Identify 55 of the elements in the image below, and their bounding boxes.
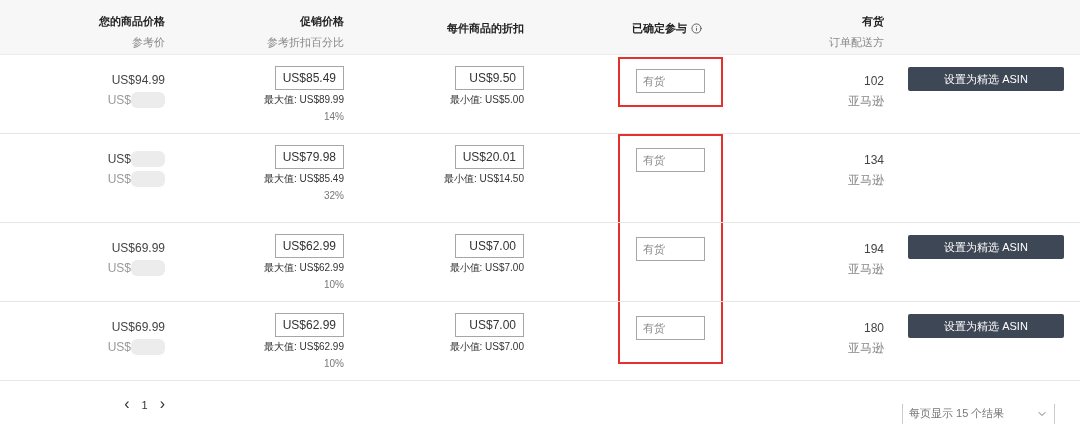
featured-asin-button[interactable]: 设置为精选 ASIN — [908, 235, 1064, 259]
committed-field[interactable]: 有货 — [636, 316, 705, 340]
promo-price-field[interactable]: US$62.99 — [275, 234, 344, 258]
column-subheader: 订单配送方 — [829, 34, 884, 50]
max-value-text: 最大值: US$85.49 — [263, 172, 344, 186]
column-subheader: 参考价 — [132, 34, 165, 50]
committed-field[interactable]: 有货 — [636, 148, 705, 172]
price-text: US$69.99 — [111, 319, 165, 336]
min-value-text: 最小值: US$7.00 — [449, 340, 524, 354]
column-subheader: 参考折扣百分比 — [267, 34, 344, 50]
price-text: US$ — [107, 171, 131, 188]
fulfillment-text: 亚马逊 — [848, 172, 884, 189]
discount-percent: 10% — [324, 278, 344, 292]
committed-field[interactable]: 有货 — [636, 237, 705, 261]
committed-field[interactable]: 有货 — [636, 69, 705, 93]
stock-count: 180 — [863, 320, 884, 337]
min-value-text: 最小值: US$7.00 — [449, 261, 524, 275]
promo-price-field[interactable]: US$79.98 — [275, 145, 344, 169]
previous-page-button[interactable]: ‹ — [124, 391, 130, 416]
fulfillment-text: 亚马逊 — [848, 261, 884, 278]
promo-price-field[interactable]: US$85.49 — [275, 66, 344, 90]
next-page-button[interactable]: › — [159, 391, 165, 416]
price-text: US$69.99 — [111, 240, 165, 257]
column-header: 每件商品的折扣 — [447, 21, 524, 36]
price-text: US$ — [107, 339, 131, 356]
fulfillment-text: 亚马逊 — [848, 340, 884, 357]
featured-asin-button[interactable]: 设置为精选 ASIN — [908, 314, 1064, 338]
stock-count: 194 — [863, 241, 884, 258]
price-text: US$ — [107, 260, 131, 277]
featured-asin-button[interactable]: 设置为精选 ASIN — [908, 67, 1064, 91]
price-text: US$ — [107, 151, 131, 168]
max-value-text: 最大值: US$62.99 — [263, 261, 344, 275]
price-text: US$ — [107, 92, 131, 109]
promo-price-field[interactable]: US$62.99 — [275, 313, 344, 337]
min-value-text: 最小值: US$14.50 — [443, 172, 524, 186]
max-value-text: 最大值: US$62.99 — [263, 340, 344, 354]
page-number: 1 — [141, 397, 148, 413]
discount-percent: 10% — [324, 357, 344, 371]
max-value-text: 最大值: US$89.99 — [263, 93, 344, 107]
discount-field[interactable]: US$20.01 — [455, 145, 524, 169]
column-header: 您的商品价格 — [99, 14, 165, 29]
page-size-dropdown[interactable]: 每页显示 15 个结果 — [902, 403, 1055, 424]
column-header: 已确定参与 — [632, 21, 687, 36]
discount-field[interactable]: US$7.00 — [455, 234, 524, 258]
stock-count: 134 — [863, 152, 884, 169]
stock-count: 102 — [863, 73, 884, 90]
min-value-text: 最小值: US$5.00 — [449, 93, 524, 107]
fulfillment-text: 亚马逊 — [848, 93, 884, 110]
discount-percent: 32% — [324, 189, 344, 203]
discount-field[interactable]: US$7.00 — [455, 313, 524, 337]
price-text: US$94.99 — [111, 72, 165, 89]
column-header: 促销价格 — [300, 14, 344, 29]
discount-percent: 14% — [324, 110, 344, 124]
column-header: 有货 — [862, 14, 884, 29]
discount-field[interactable]: US$9.50 — [455, 66, 524, 90]
